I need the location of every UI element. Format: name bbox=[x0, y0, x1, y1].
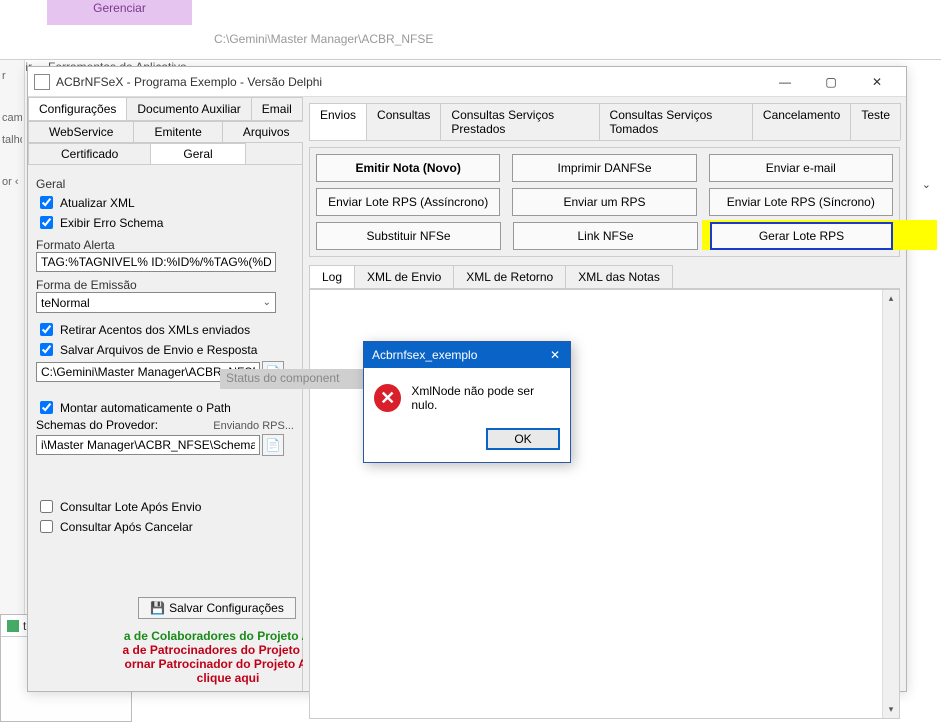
btn-substituir-nfse[interactable]: Substituir NFSe bbox=[316, 222, 501, 250]
scroll-up-icon[interactable]: ▴ bbox=[883, 290, 899, 307]
app-icon bbox=[7, 620, 19, 632]
app-icon bbox=[34, 74, 50, 90]
window-title: ACBrNFSeX - Programa Exemplo - Versão De… bbox=[56, 75, 762, 89]
folder-icon: 📄 bbox=[266, 438, 281, 452]
strip-text: talho bbox=[2, 134, 22, 146]
group-title-geral: Geral bbox=[36, 177, 294, 191]
tab-log[interactable]: Log bbox=[309, 265, 355, 288]
tab-arquivos[interactable]: Arquivos bbox=[222, 121, 311, 142]
input-formato-alerta[interactable] bbox=[36, 252, 276, 272]
parent-left-strip: r cami talho or ‹ bbox=[0, 60, 25, 700]
btn-imprimir-danfse[interactable]: Imprimir DANFSe bbox=[512, 154, 696, 182]
checkbox[interactable] bbox=[40, 343, 53, 356]
browse-schemas-button[interactable]: 📄 bbox=[262, 434, 284, 456]
strip-text: or ‹ bbox=[2, 176, 22, 188]
strip-text: cami bbox=[2, 112, 22, 124]
tab-envios[interactable]: Envios bbox=[309, 103, 367, 140]
chk-salvar-arquivos[interactable]: Salvar Arquivos de Envio e Resposta bbox=[36, 340, 294, 359]
tab-consultas[interactable]: Consultas bbox=[366, 103, 441, 140]
checkbox[interactable] bbox=[40, 323, 53, 336]
input-path-schemas[interactable] bbox=[36, 435, 260, 455]
chk-exibir-erro[interactable]: Exibir Erro Schema bbox=[36, 213, 294, 232]
tab-webservice[interactable]: WebService bbox=[28, 121, 134, 142]
dialog-message: XmlNode não pode ser nulo. bbox=[411, 384, 560, 412]
save-icon: 💾 bbox=[150, 601, 165, 615]
btn-link-nfse[interactable]: Link NFSe bbox=[513, 222, 698, 250]
close-button[interactable]: ✕ bbox=[854, 67, 900, 97]
minimize-button[interactable]: — bbox=[762, 67, 808, 97]
chk-consultar-lote[interactable]: Consultar Lote Após Envio bbox=[36, 497, 294, 516]
dialog-title: Acbrnfsex_exemplo bbox=[372, 348, 477, 362]
scrollbar[interactable]: ▴ ▾ bbox=[882, 290, 899, 718]
dialog-ok-button[interactable]: OK bbox=[486, 428, 560, 450]
btn-enviar-lote-sinc[interactable]: Enviar Lote RPS (Síncrono) bbox=[709, 188, 893, 216]
tab-geral[interactable]: Geral bbox=[150, 143, 245, 164]
tab-xml-envio[interactable]: XML de Envio bbox=[354, 265, 454, 288]
strip-text: r bbox=[2, 70, 22, 82]
parent-ribbon-tab[interactable]: Gerenciar bbox=[47, 0, 192, 25]
dialog-close-button[interactable]: ✕ bbox=[540, 342, 570, 368]
tab-consultas-tomados[interactable]: Consultas Serviços Tomados bbox=[599, 103, 753, 140]
chk-retirar-acentos[interactable]: Retirar Acentos dos XMLs enviados bbox=[36, 320, 294, 339]
tab-xml-retorno[interactable]: XML de Retorno bbox=[453, 265, 566, 288]
checkbox[interactable] bbox=[40, 216, 53, 229]
scroll-down-icon[interactable]: ▾ bbox=[883, 701, 899, 718]
btn-emitir-nota[interactable]: Emitir Nota (Novo) bbox=[316, 154, 500, 182]
parent-path-text: C:\Gemini\Master Manager\ACBR_NFSE bbox=[214, 32, 433, 46]
status-enviando-rps: Enviando RPS... bbox=[213, 420, 294, 432]
label-schemas: Schemas do Provedor: bbox=[36, 418, 158, 432]
tab-teste[interactable]: Teste bbox=[850, 103, 901, 140]
tab-consultas-prestados[interactable]: Consultas Serviços Prestados bbox=[440, 103, 599, 140]
action-button-grid: Emitir Nota (Novo) Imprimir DANFSe Envia… bbox=[309, 147, 900, 257]
btn-gerar-lote-rps[interactable]: Gerar Lote RPS bbox=[710, 222, 893, 250]
btn-enviar-email[interactable]: Enviar e-mail bbox=[709, 154, 893, 182]
tab-doc-auxiliar[interactable]: Documento Auxiliar bbox=[126, 97, 251, 120]
checkbox[interactable] bbox=[40, 500, 53, 513]
chk-consultar-cancelar[interactable]: Consultar Após Cancelar bbox=[36, 517, 294, 536]
checkbox[interactable] bbox=[40, 196, 53, 209]
btn-enviar-lote-assinc[interactable]: Enviar Lote RPS (Assíncrono) bbox=[316, 188, 500, 216]
tab-cancelamento[interactable]: Cancelamento bbox=[752, 103, 851, 140]
combo-forma-emissao[interactable]: teNormal ⌄ bbox=[36, 292, 276, 313]
tab-configuracoes[interactable]: Configurações bbox=[28, 97, 127, 120]
tab-certificado[interactable]: Certificado bbox=[28, 143, 151, 164]
checkbox[interactable] bbox=[40, 401, 53, 414]
maximize-button[interactable]: ▢ bbox=[808, 67, 854, 97]
chevron-down-icon: ⌄ bbox=[263, 297, 271, 308]
btn-enviar-um-rps[interactable]: Enviar um RPS bbox=[512, 188, 696, 216]
tab-email[interactable]: Email bbox=[251, 97, 303, 120]
error-dialog: Acbrnfsex_exemplo ✕ ✕ XmlNode não pode s… bbox=[363, 341, 571, 463]
label-forma-emissao: Forma de Emissão bbox=[36, 278, 294, 292]
chk-atualizar-xml[interactable]: Atualizar XML bbox=[36, 193, 294, 212]
chk-montar-path[interactable]: Montar automaticamente o Path bbox=[36, 398, 294, 417]
dialog-titlebar[interactable]: Acbrnfsex_exemplo ✕ bbox=[364, 342, 570, 368]
label-formato-alerta: Formato Alerta bbox=[36, 238, 294, 252]
save-config-button[interactable]: 💾 Salvar Configurações bbox=[138, 597, 296, 619]
titlebar[interactable]: ACBrNFSeX - Programa Exemplo - Versão De… bbox=[28, 67, 906, 97]
left-pane: Configurações Documento Auxiliar Email W… bbox=[28, 97, 303, 691]
combo-value: teNormal bbox=[41, 296, 90, 310]
checkbox[interactable] bbox=[40, 520, 53, 533]
chevron-down-icon[interactable]: ⌄ bbox=[922, 178, 931, 191]
tab-emitente[interactable]: Emitente bbox=[133, 121, 222, 142]
error-icon: ✕ bbox=[374, 384, 401, 412]
tab-xml-notas[interactable]: XML das Notas bbox=[565, 265, 673, 288]
